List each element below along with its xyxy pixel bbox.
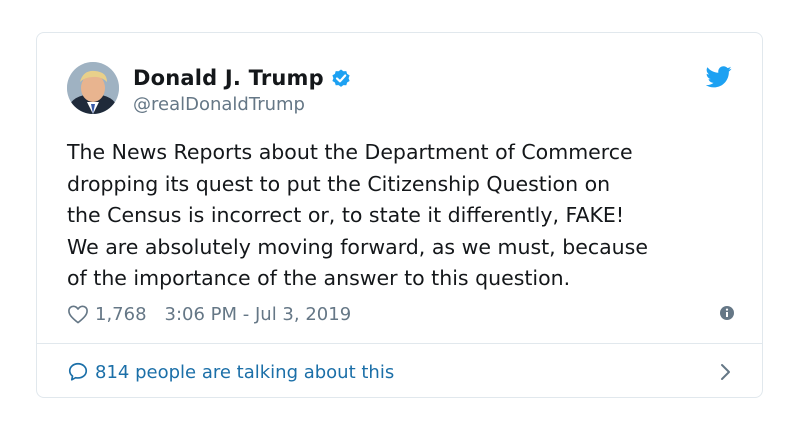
author-display-name[interactable]: Donald J. Trump (133, 66, 324, 90)
tweet-meta: 1,768 3:06 PM - Jul 3, 2019 (67, 301, 735, 327)
chevron-right-icon[interactable] (718, 363, 732, 381)
info-icon[interactable] (719, 305, 735, 321)
heart-icon[interactable] (67, 304, 89, 324)
tweet-timestamp[interactable]: 3:06 PM - Jul 3, 2019 (165, 304, 352, 325)
conversation-link-label[interactable]: 814 people are talking about this (95, 362, 394, 383)
avatar[interactable] (67, 62, 119, 114)
divider (37, 343, 762, 344)
verified-badge-icon (330, 67, 352, 89)
author-info[interactable]: Donald J. Trump @realDonaldTrump (133, 64, 613, 115)
avatar-image (67, 62, 119, 114)
tweet-text: The News Reports about the Department of… (67, 140, 648, 290)
speech-bubble-icon (67, 361, 89, 383)
conversation-link[interactable]: 814 people are talking about this (67, 357, 732, 387)
twitter-bird-icon[interactable] (705, 66, 732, 88)
author-handle[interactable]: @realDonaldTrump (133, 94, 613, 115)
name-row: Donald J. Trump (133, 64, 613, 92)
tweet-card[interactable]: Donald J. Trump @realDonaldTrump The New… (36, 32, 763, 398)
like-count[interactable]: 1,768 (95, 304, 147, 325)
